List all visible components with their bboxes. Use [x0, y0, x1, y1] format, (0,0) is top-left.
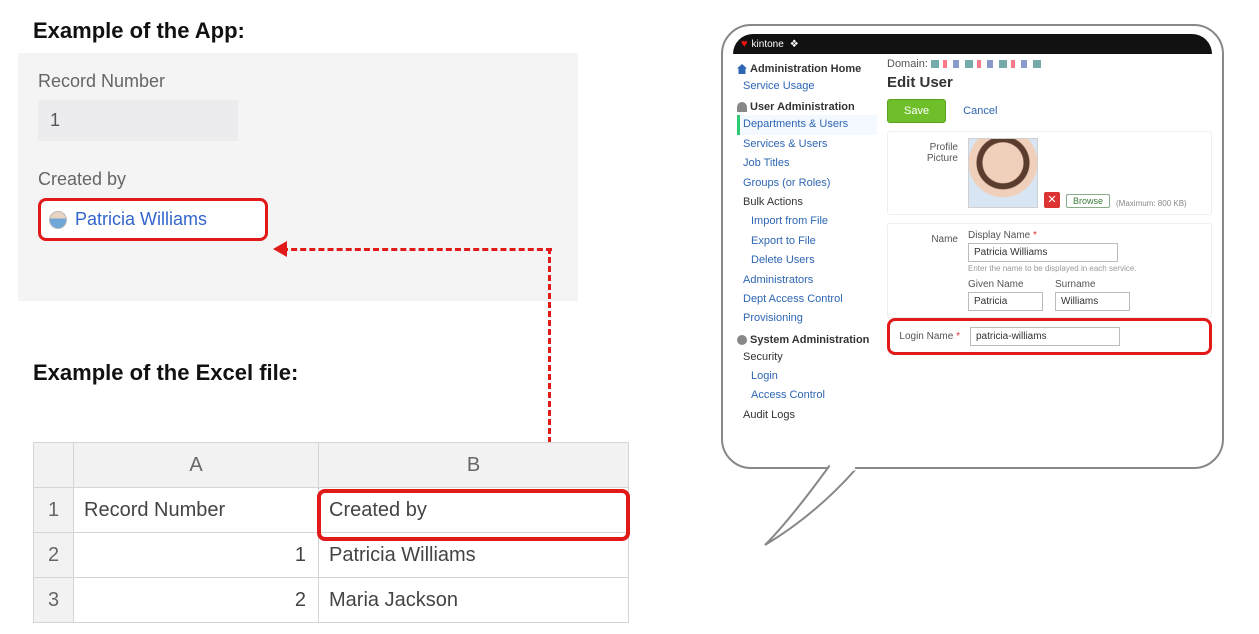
sidebar-groups[interactable]: Groups (or Roles) [737, 174, 877, 193]
heading-excel-example: Example of the Excel file: [33, 360, 298, 386]
arrow-horizontal [282, 248, 552, 251]
sidebar-dept-access[interactable]: Dept Access Control [737, 290, 877, 309]
sidebar-user-admin: User Administration [737, 96, 877, 115]
sidebar-admin-home[interactable]: Administration Home [737, 58, 877, 77]
sidebar-service-usage[interactable]: Service Usage [737, 77, 877, 96]
profile-avatar [968, 138, 1038, 208]
created-by-label: Created by [38, 169, 558, 190]
heading-app-example: Example of the App: [33, 18, 245, 44]
record-number-label: Record Number [38, 71, 558, 92]
sidebar-job-titles[interactable]: Job Titles [737, 154, 877, 173]
given-name-input[interactable] [968, 292, 1043, 311]
display-name-hint: Enter the name to be displayed in each s… [968, 264, 1203, 273]
max-size-hint: (Maximum: 800 KB) [1116, 199, 1187, 208]
sidebar-sys-admin-label: System Administration [750, 334, 869, 346]
sidebar-admin-home-label: Administration Home [750, 63, 861, 75]
excel-cell-b2: Patricia Williams [319, 533, 629, 578]
admin-panel-callout: ♥ kintone ❖ Administration Home Service … [721, 24, 1224, 469]
excel-cell-a2: 1 [74, 533, 319, 578]
excel-col-b: B [319, 443, 629, 488]
excel-cell-b1: Created by [319, 488, 629, 533]
sidebar-login[interactable]: Login [737, 367, 877, 386]
admin-main: Domain: Edit User Save Cancel Profile Pi… [887, 58, 1212, 425]
given-name-label: Given Name [968, 279, 1043, 290]
excel-cell-b3: Maria Jackson [319, 578, 629, 623]
topbar-app-icon: ❖ [790, 39, 799, 50]
excel-cell-a3: 2 [74, 578, 319, 623]
login-name-block-highlighted: Login Name * [887, 318, 1212, 355]
excel-table: A B 1 Record Number Created by 2 1 Patri… [33, 442, 629, 623]
admin-topbar: ♥ kintone ❖ [733, 34, 1212, 54]
surname-input[interactable] [1055, 292, 1130, 311]
cancel-link[interactable]: Cancel [963, 105, 997, 117]
sidebar-dept-users[interactable]: Departments & Users [737, 115, 877, 134]
sidebar-bulk-actions: Bulk Actions [737, 193, 877, 212]
login-name-label: Login Name * [898, 331, 960, 342]
domain-row: Domain: [887, 58, 1212, 70]
user-avatar-icon [49, 211, 67, 229]
gear-icon [737, 335, 747, 345]
excel-cell-a1: Record Number [74, 488, 319, 533]
sidebar-audit-logs[interactable]: Audit Logs [737, 406, 877, 425]
sidebar-security: Security [737, 348, 877, 367]
app-record-card: Record Number 1 Created by Patricia Will… [18, 53, 578, 301]
profile-picture-label: Profile Picture [896, 138, 958, 164]
domain-value-redacted [931, 60, 1041, 68]
sidebar-provisioning[interactable]: Provisioning [737, 309, 877, 328]
display-name-label: Display Name * [968, 230, 1203, 241]
speech-bubble-tail-icon [760, 460, 860, 550]
created-by-user-link[interactable]: Patricia Williams [75, 209, 207, 230]
record-number-value: 1 [38, 100, 238, 141]
user-icon [737, 102, 747, 112]
browse-button[interactable]: Browse [1066, 194, 1110, 208]
excel-col-a: A [74, 443, 319, 488]
display-name-input[interactable] [968, 243, 1118, 262]
kintone-logo: ♥ kintone [741, 39, 784, 50]
heart-icon: ♥ [741, 39, 748, 50]
sidebar-access-control[interactable]: Access Control [737, 386, 877, 405]
domain-label: Domain: [887, 58, 928, 70]
excel-row-1: 1 [34, 488, 74, 533]
home-icon [737, 64, 747, 74]
sidebar-user-admin-label: User Administration [750, 101, 855, 113]
sidebar-services-users[interactable]: Services & Users [737, 135, 877, 154]
surname-label: Surname [1055, 279, 1130, 290]
excel-row-2: 2 [34, 533, 74, 578]
sidebar-administrators[interactable]: Administrators [737, 271, 877, 290]
page-title: Edit User [887, 74, 1212, 91]
sidebar-import-file[interactable]: Import from File [737, 212, 877, 231]
name-section-label: Name [896, 230, 958, 245]
delete-image-button[interactable]: ✕ [1044, 192, 1060, 208]
excel-row-3: 3 [34, 578, 74, 623]
save-button[interactable]: Save [887, 99, 946, 123]
profile-picture-block: Profile Picture ✕ Browse (Maximum: 800 K… [887, 131, 1212, 215]
sidebar-delete-users[interactable]: Delete Users [737, 251, 877, 270]
login-name-input[interactable] [970, 327, 1120, 346]
created-by-field-highlighted: Patricia Williams [38, 198, 268, 241]
sidebar-sys-admin: System Administration [737, 329, 877, 348]
excel-corner [34, 443, 74, 488]
sidebar-export-file[interactable]: Export to File [737, 232, 877, 251]
name-block: Name Display Name * Enter the name to be… [887, 223, 1212, 318]
brand-text: kintone [752, 39, 784, 50]
admin-sidebar: Administration Home Service Usage User A… [737, 58, 877, 425]
